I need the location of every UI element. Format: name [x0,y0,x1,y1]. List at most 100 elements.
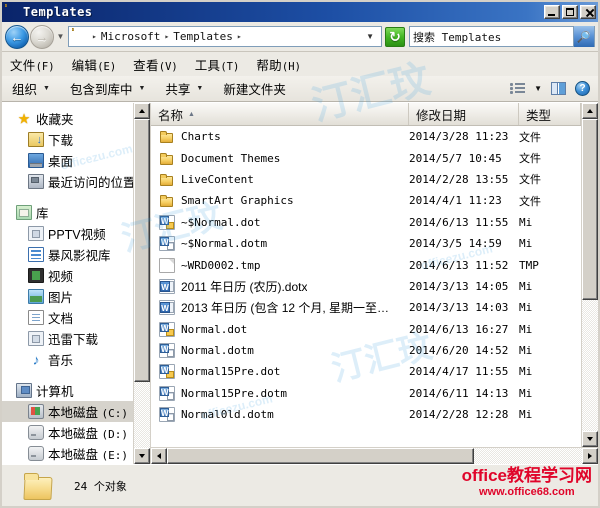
list-scroll-left-button[interactable] [151,448,167,464]
nav-group-computer-label: 计算机 [36,385,74,399]
list-hscroll-thumb[interactable] [167,448,475,464]
file-name: ~$Normal.dotm [181,237,268,251]
table-row[interactable]: LiveContent 2014/2/28 13:55 文件 [151,169,581,190]
list-scroll-track[interactable] [582,119,598,431]
menu-view[interactable]: 查看(V) [133,53,187,76]
menu-help[interactable]: 帮助(H) [256,53,310,76]
toolbar-organize-button[interactable]: 组织 ▼ [12,79,50,98]
file-list-pane: 名称 ▲ 修改日期 类型 Charts 2014/3/28 11:23 文件 D… [151,103,598,464]
command-toolbar: 组织 ▼ 包含到库中 ▼ 共享 ▼ 新建文件夹 ▼ [2,76,598,102]
sidebar-item-drive-e[interactable]: 本地磁盘 (E:) [2,443,150,464]
view-mode-icon[interactable] [510,82,526,95]
column-header-date[interactable]: 修改日期 [409,103,519,125]
list-scroll-thumb[interactable] [582,119,598,300]
nav-spacer-1 [2,192,150,202]
file-name-cell: Document Themes [151,151,409,166]
minimize-button[interactable] [544,5,560,19]
maximize-button[interactable] [562,5,578,19]
toolbar-include-in-library-button[interactable]: 包含到库中 ▼ [70,79,145,98]
toolbar-share-button[interactable]: 共享 ▼ [165,79,203,98]
download-icon [28,132,44,147]
nav-scroll-thumb[interactable] [134,119,150,383]
table-row[interactable]: Normal15Pre.dot 2014/4/17 11:55 Mi [151,361,581,382]
forward-button[interactable]: → [30,24,54,49]
sidebar-item-drive-d[interactable]: 本地磁盘 (D:) [2,422,150,443]
word-dotm-icon [159,343,175,359]
file-name-cell: ~$Normal.dot [151,214,409,230]
table-row[interactable]: Charts 2014/3/28 11:23 文件 [151,126,581,147]
toolbar-new-folder-button[interactable]: 新建文件夹 [223,79,286,98]
table-row[interactable]: Document Themes 2014/5/7 10:45 文件 [151,147,581,168]
sidebar-item-xunlei-download[interactable]: 迅雷下载 [2,328,150,349]
breadcrumb-item-templates[interactable]: Templates [173,30,233,43]
list-scroll-up-button[interactable] [582,103,598,119]
list-hscroll-track[interactable] [167,448,582,464]
file-list-scrollbar[interactable] [581,103,598,447]
sidebar-item-pictures[interactable]: 图片 [2,286,150,307]
sidebar-item-documents[interactable]: 文档 [2,307,150,328]
site-watermark-title: office教程学习网 [461,466,592,485]
menu-bar: 文件(F) 编辑(E) 查看(V) 工具(T) 帮助(H) [2,52,598,76]
navigation-pane: 收藏夹 下载 桌面 最近访问的位置 库 [2,103,151,464]
search-box[interactable] [409,26,595,47]
table-row[interactable]: ~$Normal.dot 2014/6/13 11:55 Mi [151,212,581,233]
column-header-name-label: 名称 [158,108,184,123]
file-type: 文件 [519,130,541,144]
sidebar-item-desktop[interactable]: 桌面 [2,150,150,171]
menu-file[interactable]: 文件(F) [10,53,64,76]
column-header-type[interactable]: 类型 [519,103,581,125]
nav-scroll-track[interactable] [134,119,150,448]
file-list-horizontal-scrollbar[interactable] [151,447,598,464]
nav-scroll-up-button[interactable] [134,103,150,119]
chevron-down-icon: ▼ [138,85,146,92]
breadcrumb-dropdown-icon[interactable]: ▼ [361,32,379,41]
close-button[interactable] [580,5,596,19]
table-row[interactable]: SmartArt Graphics 2014/4/1 11:23 文件 [151,190,581,211]
menu-edit[interactable]: 编辑(E) [72,53,126,76]
preview-pane-icon[interactable] [551,82,566,95]
sidebar-item-videos[interactable]: 视频 [2,265,150,286]
toolbar-right-group: ▼ [510,81,592,96]
table-row[interactable]: Normal.dot 2014/6/13 16:27 Mi [151,319,581,340]
list-scroll-right-button[interactable] [582,448,598,464]
sidebar-item-pptv-video[interactable]: PPTV视频 [2,223,150,244]
table-row[interactable]: ~WRD0002.tmp 2014/6/13 11:52 TMP [151,254,581,275]
table-row[interactable]: ~$Normal.dotm 2014/3/5 14:59 Mi [151,233,581,254]
nav-group-computer[interactable]: 计算机 [2,380,150,401]
chevron-down-icon: ▼ [196,85,204,92]
table-row[interactable]: Normal15Pre.dotm 2014/6/11 14:13 Mi [151,383,581,404]
nav-group-libraries[interactable]: 库 [2,202,150,223]
nav-spacer-2 [2,370,150,380]
breadcrumb-bar[interactable]: ▸ Microsoft ▸ Templates ▸ ▼ [68,26,382,47]
table-row[interactable]: Normal.dotm 2014/6/20 14:52 Mi [151,340,581,361]
sidebar-item-drive-c[interactable]: 本地磁盘 (C:) [2,401,150,422]
navigation-pane-scrollbar[interactable] [133,103,150,464]
file-name-cell: 2011 年日历 (农历).dotx [151,278,409,295]
file-list-wrap: 名称 ▲ 修改日期 类型 Charts 2014/3/28 11:23 文件 D… [151,103,598,447]
file-rows: Charts 2014/3/28 11:23 文件 Document Theme… [151,126,581,447]
column-header-name[interactable]: 名称 ▲ [151,103,409,125]
sidebar-item-desktop-label: 桌面 [48,155,74,169]
file-type: Mi [519,408,533,422]
nav-scroll-down-button[interactable] [134,448,150,464]
sidebar-item-downloads[interactable]: 下载 [2,129,150,150]
back-button[interactable]: ← [5,24,29,49]
sidebar-item-baofeng-library[interactable]: 暴风影视库 [2,244,150,265]
search-input[interactable] [410,27,573,46]
sidebar-item-recent-places[interactable]: 最近访问的位置 [2,171,150,192]
list-scroll-down-button[interactable] [582,431,598,447]
help-icon[interactable] [575,81,590,96]
refresh-button[interactable] [385,26,405,47]
view-mode-dropdown-icon[interactable]: ▼ [534,84,542,93]
table-row[interactable]: Normal0ld.dotm 2014/2/28 12:28 Mi [151,404,581,425]
search-icon[interactable] [573,26,594,47]
sidebar-item-music[interactable]: 音乐 [2,349,150,370]
desktop-icon [28,153,44,168]
menu-tools[interactable]: 工具(T) [195,53,249,76]
history-dropdown-button[interactable]: ▼ [55,22,66,52]
table-row[interactable]: 2013 年日历 (包含 12 个月, 星期一至… 2014/3/13 14:0… [151,297,581,318]
nav-group-favorites[interactable]: 收藏夹 [2,108,150,129]
file-name: ~$Normal.dot [181,215,261,229]
table-row[interactable]: 2011 年日历 (农历).dotx 2014/3/13 14:05 Mi [151,276,581,297]
breadcrumb-item-microsoft[interactable]: Microsoft [101,30,161,43]
